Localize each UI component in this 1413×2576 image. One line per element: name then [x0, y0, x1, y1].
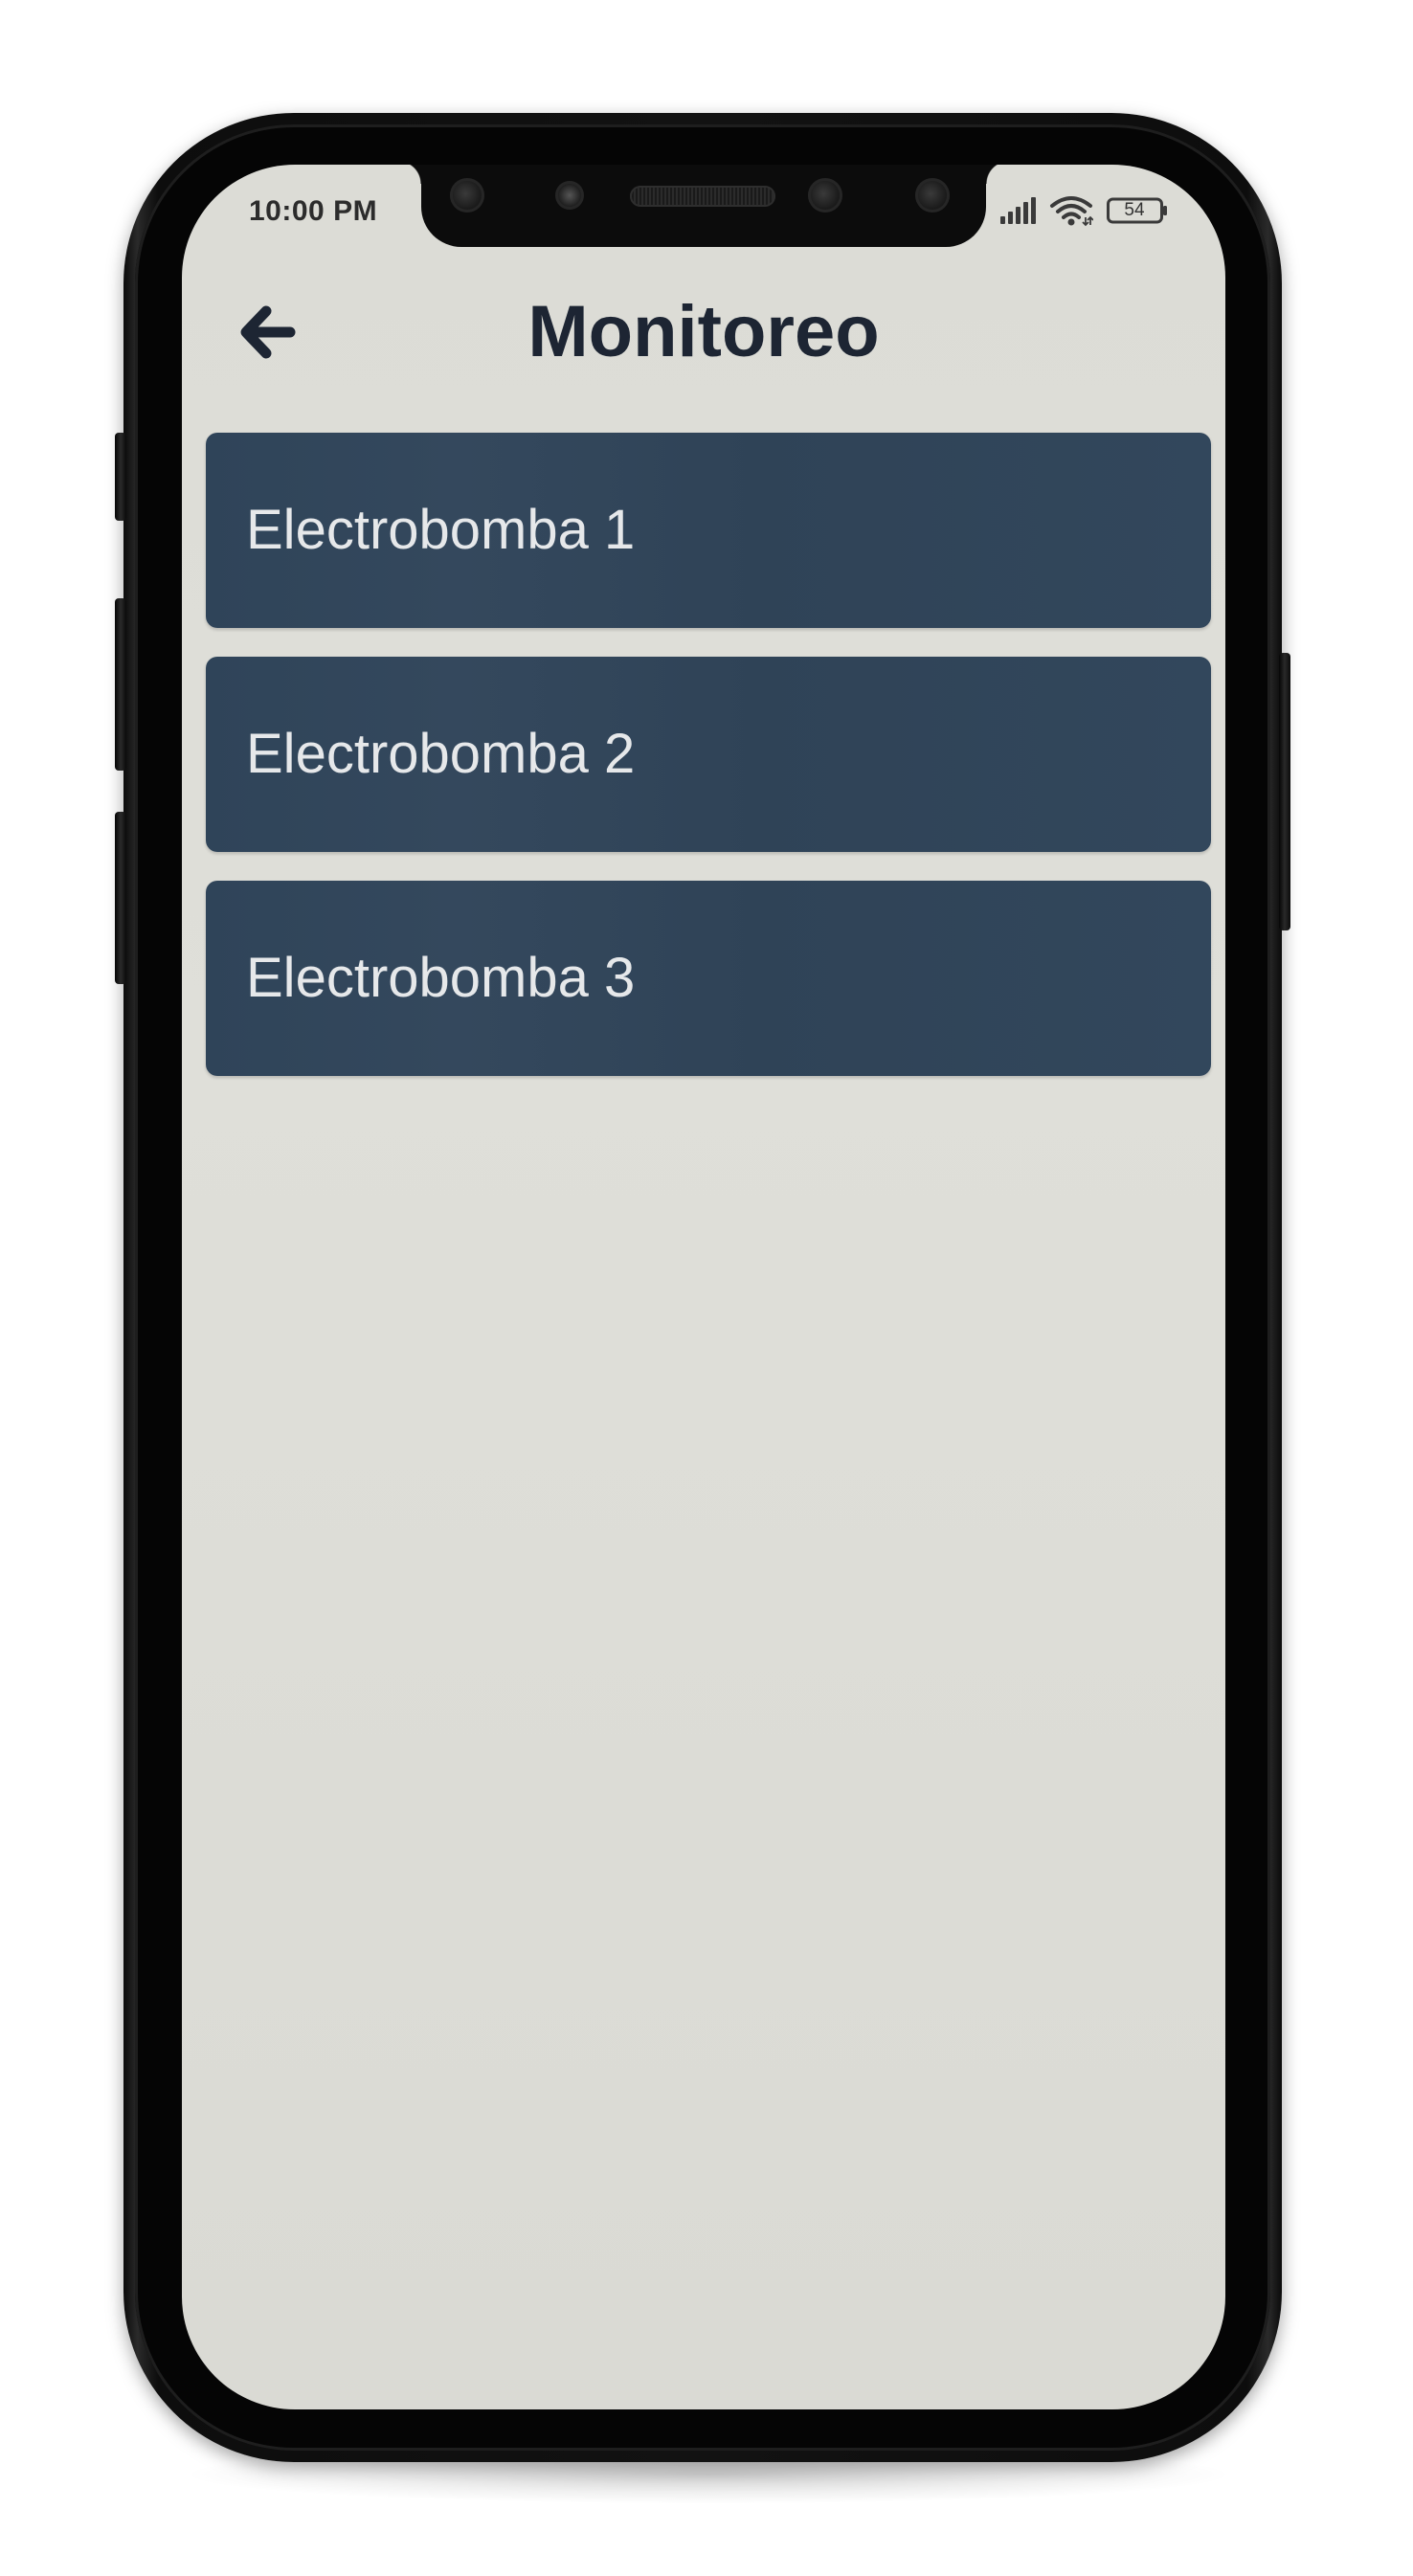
proximity-sensor [915, 178, 950, 213]
list-item-label: Electrobomba 2 [246, 723, 636, 785]
power-button [1279, 653, 1290, 930]
phone-screen: 10:00 PM 54 Monitoreo Electrobomba 1 Ele… [182, 165, 1225, 2409]
list-item[interactable]: Electrobomba 3 [206, 881, 1211, 1076]
app-header: Monitoreo [182, 280, 1225, 385]
status-icons: 54 [1000, 193, 1168, 228]
wifi-icon [1049, 194, 1093, 227]
list-item-label: Electrobomba 1 [246, 499, 636, 561]
mute-switch [115, 433, 126, 521]
arrow-left-icon [240, 305, 296, 359]
front-sensor-left [450, 178, 484, 213]
status-time: 10:00 PM [249, 195, 378, 227]
list-item[interactable]: Electrobomba 1 [206, 433, 1211, 628]
cellular-signal-icon [1000, 197, 1036, 224]
back-button[interactable] [230, 299, 306, 366]
mockup-stage: 10:00 PM 54 Monitoreo Electrobomba 1 Ele… [0, 0, 1413, 2576]
battery-level: 54 [1124, 200, 1145, 220]
list-item[interactable]: Electrobomba 2 [206, 657, 1211, 852]
front-sensor-right [808, 178, 842, 213]
device-list: Electrobomba 1 Electrobomba 2 Electrobom… [206, 433, 1211, 1105]
list-item-label: Electrobomba 3 [246, 947, 636, 1009]
earpiece-speaker [630, 186, 775, 207]
battery-icon: 54 [1107, 197, 1168, 224]
volume-down-button [115, 812, 126, 984]
page-title: Monitoreo [527, 291, 880, 372]
front-camera-icon [555, 181, 584, 210]
volume-up-button [115, 598, 126, 771]
camera-notch [398, 165, 986, 247]
